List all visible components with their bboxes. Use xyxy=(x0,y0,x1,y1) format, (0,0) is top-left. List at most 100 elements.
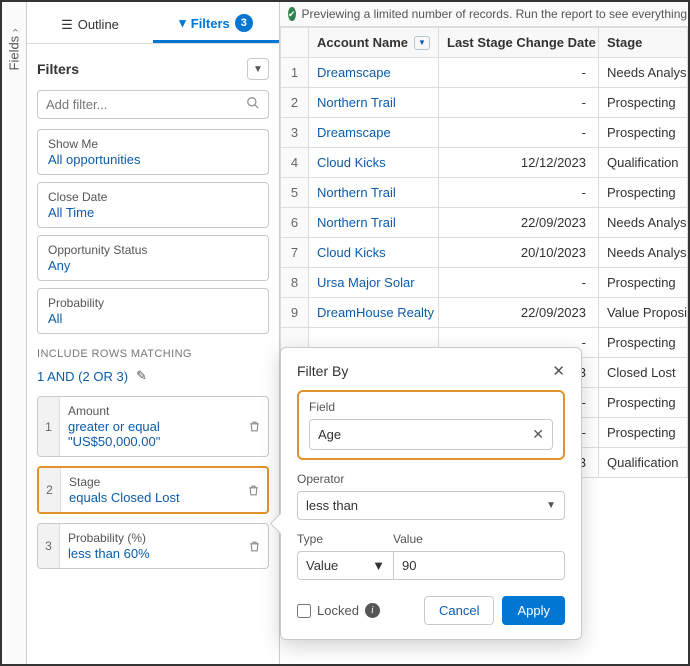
rownum-cell: 3 xyxy=(281,118,309,148)
filter-rule-1[interactable]: 1 Amount greater or equal "US$50,000.00" xyxy=(37,396,269,457)
filter-card-closedate[interactable]: Close Date All Time xyxy=(37,182,269,228)
account-link[interactable]: Cloud Kicks xyxy=(317,155,386,170)
filter-card-showme[interactable]: Show Me All opportunities xyxy=(37,129,269,175)
table-row[interactable]: 5Northern Trail-Prospecting xyxy=(281,178,688,208)
table-row[interactable]: 3Dreamscape-Prospecting xyxy=(281,118,688,148)
stage-cell: Prospecting xyxy=(599,268,688,298)
account-link[interactable]: DreamHouse Realty xyxy=(317,305,434,320)
fields-panel-toggle[interactable]: Fields › xyxy=(2,2,27,664)
account-cell: Dreamscape xyxy=(309,118,439,148)
add-filter-field[interactable] xyxy=(37,90,269,119)
locked-label: Locked xyxy=(317,603,359,618)
rule-number: 2 xyxy=(39,468,61,512)
sidebar-tabs: ☰ Outline ▾ Filters 3 xyxy=(27,8,279,44)
clear-field-icon[interactable]: ✕ xyxy=(532,426,544,443)
stage-cell: Qualification xyxy=(599,148,688,178)
account-link[interactable]: Cloud Kicks xyxy=(317,245,386,260)
filter-card-value: Any xyxy=(48,258,258,273)
date-cell: - xyxy=(439,88,599,118)
table-row[interactable]: 1Dreamscape-Needs Analysis xyxy=(281,58,688,88)
type-select[interactable]: Value ▼ xyxy=(297,551,393,580)
chevron-down-icon: ▼ xyxy=(372,558,385,573)
account-link[interactable]: Ursa Major Solar xyxy=(317,275,415,290)
field-group-field: Field Age ✕ xyxy=(297,390,565,460)
date-cell: - xyxy=(439,58,599,88)
account-link[interactable]: Northern Trail xyxy=(317,185,396,200)
rownum-cell: 6 xyxy=(281,208,309,238)
table-row[interactable]: 4 Cloud Kicks 12/12/2023Qualification xyxy=(281,148,688,178)
date-cell: 12/12/2023 xyxy=(439,148,599,178)
preview-text: Previewing a limited number of records. … xyxy=(302,7,688,21)
field-combobox[interactable]: Age ✕ xyxy=(309,419,553,450)
cancel-button[interactable]: Cancel xyxy=(424,596,494,625)
date-cell: - xyxy=(439,178,599,208)
date-cell: 22/09/2023 xyxy=(439,298,599,328)
info-icon[interactable]: i xyxy=(365,603,380,618)
rownum-cell: 2 xyxy=(281,88,309,118)
delete-rule-icon[interactable] xyxy=(239,468,267,512)
value-input[interactable]: 90 xyxy=(393,551,565,580)
delete-rule-icon[interactable] xyxy=(240,524,268,568)
locked-checkbox[interactable] xyxy=(297,604,311,618)
filter-rule-3[interactable]: 3 Probability (%) less than 60% xyxy=(37,523,269,569)
stage-cell: Prospecting xyxy=(599,388,688,418)
list-icon: ☰ xyxy=(61,17,73,33)
table-row[interactable]: 2 Northern Trail -Prospecting xyxy=(281,88,688,118)
value-text: 90 xyxy=(402,558,416,573)
rownum-header xyxy=(281,28,309,58)
filter-card-label: Probability xyxy=(48,296,258,310)
add-filter-input[interactable] xyxy=(46,97,246,112)
rule-value: less than 60% xyxy=(68,546,232,561)
col-header-stage[interactable]: Stage xyxy=(599,28,688,58)
tab-filters[interactable]: ▾ Filters 3 xyxy=(153,8,279,43)
stage-cell: Needs Analysis xyxy=(599,58,688,88)
account-cell: Northern Trail xyxy=(309,208,439,238)
table-row[interactable]: 7Cloud Kicks20/10/2023Needs Analysis xyxy=(281,238,688,268)
apply-button[interactable]: Apply xyxy=(502,596,565,625)
close-icon[interactable]: ✕ xyxy=(552,362,565,380)
rule-label: Stage xyxy=(69,475,231,489)
column-menu-icon[interactable]: ▼ xyxy=(414,36,430,50)
filter-card-label: Show Me xyxy=(48,137,258,151)
filters-menu-button[interactable]: ▼ xyxy=(247,58,269,80)
account-cell: Northern Trail xyxy=(309,178,439,208)
filter-count-badge: 3 xyxy=(235,14,253,32)
rownum-cell: 4 xyxy=(281,148,309,178)
field-group-operator: Operator less than ▼ xyxy=(297,472,565,520)
table-row[interactable]: 6Northern Trail22/09/2023Needs Analysis xyxy=(281,208,688,238)
table-row[interactable]: 9DreamHouse Realty22/09/2023Value Propos… xyxy=(281,298,688,328)
account-link[interactable]: Dreamscape xyxy=(317,65,391,80)
rule-value: greater or equal "US$50,000.00" xyxy=(68,419,232,449)
filter-rule-2[interactable]: 2 Stage equals Closed Lost xyxy=(37,466,269,514)
col-header-account[interactable]: Account Name▼ xyxy=(309,28,439,58)
stage-cell: Closed Lost xyxy=(599,358,688,388)
filter-card-value: All xyxy=(48,311,258,326)
filter-card-oppstatus[interactable]: Opportunity Status Any xyxy=(37,235,269,281)
filters-header: Filters ▼ xyxy=(37,52,269,90)
tab-outline[interactable]: ☰ Outline xyxy=(27,8,153,43)
filter-icon: ▾ xyxy=(179,15,186,31)
account-cell: Dreamscape xyxy=(309,58,439,88)
filter-card-probability[interactable]: Probability All xyxy=(37,288,269,334)
account-link[interactable]: Dreamscape xyxy=(317,125,391,140)
rule-label: Probability (%) xyxy=(68,531,232,545)
account-link[interactable]: Northern Trail xyxy=(317,215,396,230)
filter-card-value: All Time xyxy=(48,205,258,220)
col-header-lastchange[interactable]: Last Stage Change Date▼ xyxy=(439,28,599,58)
delete-rule-icon[interactable] xyxy=(240,397,268,456)
type-value: Value xyxy=(306,558,372,573)
check-icon: ✔ xyxy=(288,7,296,21)
table-row[interactable]: 8Ursa Major Solar-Prospecting xyxy=(281,268,688,298)
account-link[interactable]: Northern Trail xyxy=(317,95,396,110)
stage-cell: Prospecting xyxy=(599,88,688,118)
filter-card-label: Close Date xyxy=(48,190,258,204)
field-group-type-value: Type Value Value ▼ 90 xyxy=(297,532,565,580)
operator-combobox[interactable]: less than ▼ xyxy=(297,491,565,520)
rule-number: 3 xyxy=(38,524,60,568)
rownum-cell: 5 xyxy=(281,178,309,208)
filter-card-value: All opportunities xyxy=(48,152,258,167)
filter-by-popover: Filter By ✕ Field Age ✕ Operator less th… xyxy=(280,347,582,640)
date-cell: 20/10/2023 xyxy=(439,238,599,268)
edit-logic-icon[interactable]: ✎ xyxy=(136,368,147,384)
account-cell: DreamHouse Realty xyxy=(309,298,439,328)
